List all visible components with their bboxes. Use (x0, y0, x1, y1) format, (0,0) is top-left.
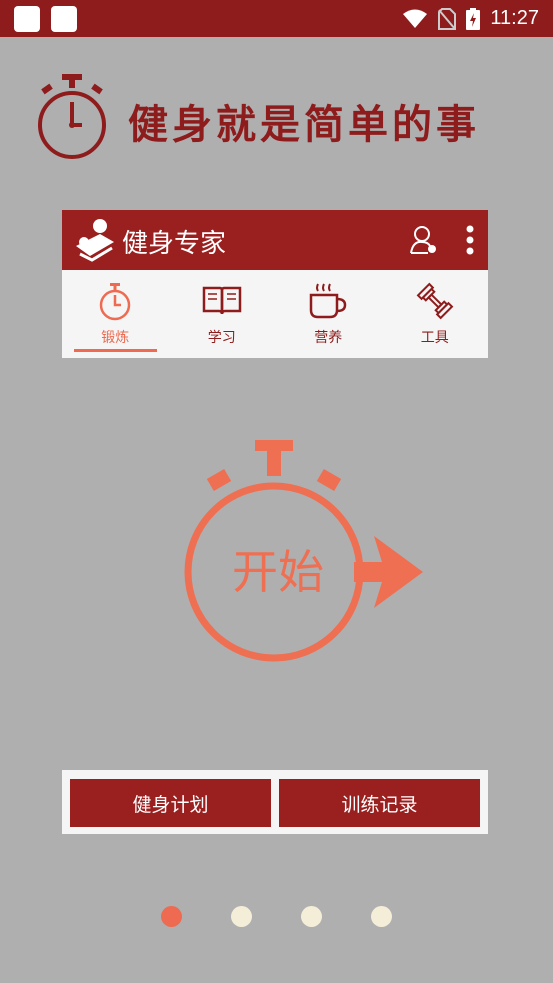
page-indicator (0, 906, 553, 928)
coffee-cup-icon (310, 283, 347, 319)
fitness-plan-button[interactable]: 健身计划 (70, 779, 271, 827)
clock-time: 11:27 (490, 7, 539, 29)
notification-icon (51, 6, 77, 32)
tab-bar: 锻炼 学习 营养 工具 (62, 270, 488, 358)
user-icon[interactable] (410, 225, 438, 255)
active-tab-indicator (74, 349, 157, 352)
training-record-button[interactable]: 训练记录 (279, 779, 480, 827)
tab-tools[interactable]: 工具 (382, 270, 489, 358)
tab-label: 工具 (420, 330, 449, 346)
stopwatch-icon (38, 74, 106, 159)
notification-icon (14, 6, 40, 32)
tab-label: 营养 (314, 330, 343, 346)
book-icon (202, 286, 241, 315)
start-label: 开始 (232, 545, 324, 599)
app-toolbar: 健身专家 (62, 210, 488, 270)
tab-study[interactable]: 学习 (169, 270, 276, 358)
stopwatch-icon (100, 283, 131, 321)
page-dot[interactable] (161, 906, 182, 927)
page-dot[interactable] (371, 906, 392, 927)
app-logo-icon (76, 219, 114, 262)
tab-label: 锻炼 (101, 330, 130, 346)
page-dot[interactable] (301, 906, 322, 927)
tab-exercise[interactable]: 锻炼 (62, 270, 169, 358)
battery-charging-icon (466, 7, 481, 30)
more-menu-icon[interactable] (466, 225, 474, 255)
dumbbell-icon (416, 282, 454, 320)
action-panel: 健身计划 训练记录 (62, 770, 488, 834)
no-sim-icon (438, 7, 457, 30)
slogan: 健身就是简单的事 (128, 101, 480, 148)
page-dot[interactable] (231, 906, 252, 927)
tab-nutrition[interactable]: 营养 (275, 270, 382, 358)
wifi-icon (403, 9, 428, 28)
app-title: 健身专家 (122, 229, 227, 259)
tab-label: 学习 (207, 330, 236, 346)
app-preview-card: 健身专家 锻炼 学习 营养 工具 (62, 210, 488, 358)
status-bar: 11:27 (0, 0, 553, 37)
